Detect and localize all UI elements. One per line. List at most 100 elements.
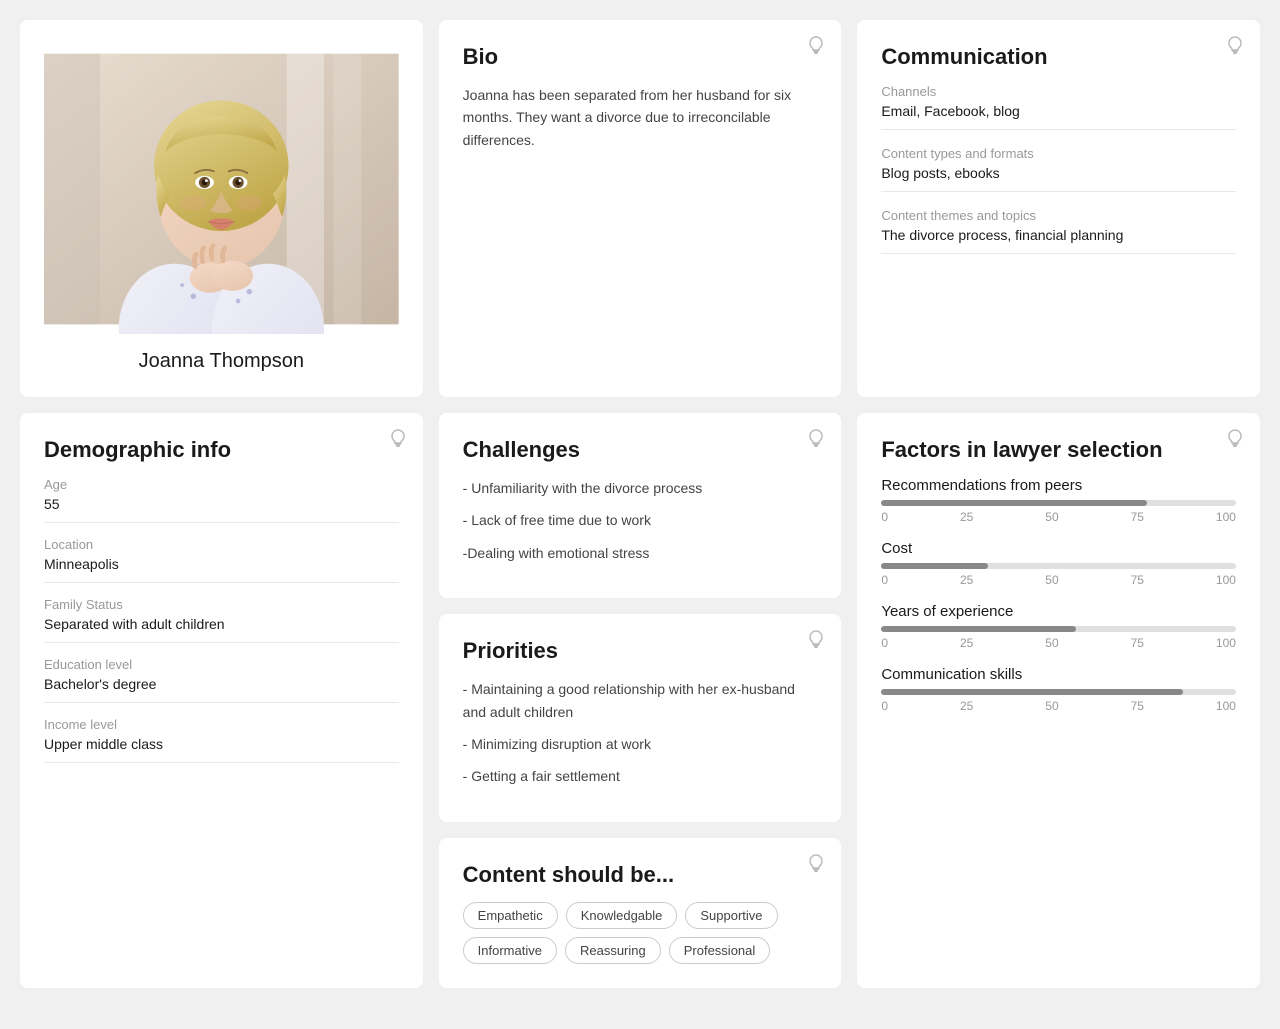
challenges-title: Challenges xyxy=(463,437,818,463)
demo-education-value: Bachelor's degree xyxy=(44,676,399,703)
demo-income-value: Upper middle class xyxy=(44,736,399,763)
profile-name: Joanna Thompson xyxy=(139,350,304,373)
factor-item: Cost 0 25 50 75 100 xyxy=(881,540,1236,587)
content-tag: Supportive xyxy=(685,902,777,929)
bar-track xyxy=(881,563,1236,569)
bar-fill xyxy=(881,689,1182,695)
demo-family-label: Family Status xyxy=(44,597,399,612)
priorities-title: Priorities xyxy=(463,638,818,664)
challenges-list: - Unfamiliarity with the divorce process… xyxy=(463,477,818,564)
bar-scale-label: 0 xyxy=(881,699,888,713)
bar-scale-label: 0 xyxy=(881,573,888,587)
content-tag: Informative xyxy=(463,937,557,964)
bar-scale-label: 0 xyxy=(881,636,888,650)
content-lightbulb-icon xyxy=(807,854,825,881)
comm-types-section: Content types and formats Blog posts, eb… xyxy=(881,146,1236,192)
bar-scale-label: 75 xyxy=(1131,510,1144,524)
bar-scale-label: 100 xyxy=(1216,573,1236,587)
bar-scale-label: 25 xyxy=(960,636,973,650)
comm-lightbulb-icon xyxy=(1226,36,1244,63)
comm-themes-section: Content themes and topics The divorce pr… xyxy=(881,208,1236,254)
content-tag: Knowledgable xyxy=(566,902,678,929)
comm-themes-label: Content themes and topics xyxy=(881,208,1236,223)
bar-scale-label: 50 xyxy=(1045,699,1058,713)
bar-track xyxy=(881,689,1236,695)
content-tags-container: Empathetic Knowledgable Supportive Informat… xyxy=(463,902,818,964)
factors-list: Recommendations from peers0255075100Cost… xyxy=(881,477,1236,713)
bar-scale-label: 50 xyxy=(1045,510,1058,524)
demo-family-section: Family Status Separated with adult child… xyxy=(44,597,399,643)
demo-income-section: Income level Upper middle class xyxy=(44,717,399,763)
demo-income-label: Income level xyxy=(44,717,399,732)
demo-location-section: Location Minneapolis xyxy=(44,537,399,583)
factor-label: Years of experience xyxy=(881,603,1236,620)
bar-fill xyxy=(881,563,987,569)
comm-themes-value: The divorce process, financial planning xyxy=(881,227,1236,254)
content-tag: Professional xyxy=(669,937,771,964)
bar-scale-labels: 0255075100 xyxy=(881,699,1236,713)
bar-scale-label: 50 xyxy=(1045,573,1058,587)
comm-types-value: Blog posts, ebooks xyxy=(881,165,1236,192)
bar-scale-labels: 0255075100 xyxy=(881,510,1236,524)
challenges-lightbulb-icon xyxy=(807,429,825,456)
bar-fill xyxy=(881,626,1076,632)
bar-scale-labels: 0 25 50 75 100 xyxy=(881,573,1236,587)
list-item: -Dealing with emotional stress xyxy=(463,542,818,564)
bar-scale-labels: 0255075100 xyxy=(881,636,1236,650)
factors-title: Factors in lawyer selection xyxy=(881,437,1236,463)
bar-scale-label: 75 xyxy=(1131,636,1144,650)
comm-title: Communication xyxy=(881,44,1236,70)
content-tag: Empathetic xyxy=(463,902,558,929)
content-title: Content should be... xyxy=(463,862,818,888)
bar-scale-label: 25 xyxy=(960,573,973,587)
demo-family-value: Separated with adult children xyxy=(44,616,399,643)
demo-age-section: Age 55 xyxy=(44,477,399,523)
factor-item: Years of experience0255075100 xyxy=(881,603,1236,650)
bar-scale-label: 75 xyxy=(1131,573,1144,587)
list-item: - Lack of free time due to work xyxy=(463,509,818,531)
demo-age-value: 55 xyxy=(44,496,399,523)
bar-scale-label: 75 xyxy=(1131,699,1144,713)
bar-track xyxy=(881,500,1236,506)
bio-lightbulb-icon xyxy=(807,36,825,63)
factor-label: Recommendations from peers xyxy=(881,477,1236,494)
factors-lightbulb-icon xyxy=(1226,429,1244,456)
demo-lightbulb-icon xyxy=(389,429,407,456)
priorities-list: - Maintaining a good relationship with h… xyxy=(463,678,818,788)
list-item: - Getting a fair settlement xyxy=(463,765,818,787)
factor-label: Cost xyxy=(881,540,1236,557)
priorities-card: Priorities - Maintaining a good relation… xyxy=(439,614,842,822)
demographic-card: Demographic info Age 55 Location Minneap… xyxy=(20,413,423,988)
comm-types-label: Content types and formats xyxy=(881,146,1236,161)
factor-item: Recommendations from peers0255075100 xyxy=(881,477,1236,524)
bar-scale-label: 100 xyxy=(1216,510,1236,524)
middle-column: Challenges - Unfamiliarity with the divo… xyxy=(439,413,842,988)
bio-card: Bio Joanna has been separated from her h… xyxy=(439,20,842,397)
comm-channels-label: Channels xyxy=(881,84,1236,99)
bio-text: Joanna has been separated from her husba… xyxy=(463,84,818,151)
bar-scale-label: 100 xyxy=(1216,699,1236,713)
bar-fill xyxy=(881,500,1147,506)
profile-photo-svg xyxy=(44,44,399,334)
list-item: - Minimizing disruption at work xyxy=(463,733,818,755)
demo-title: Demographic info xyxy=(44,437,399,463)
main-grid: Joanna Thompson Bio Joanna has been sepa… xyxy=(20,20,1260,988)
content-should-be-card: Content should be... Empathetic Knowledga… xyxy=(439,838,842,988)
list-item: - Maintaining a good relationship with h… xyxy=(463,678,818,723)
communication-card: Communication Channels Email, Facebook, … xyxy=(857,20,1260,397)
bar-scale-label: 100 xyxy=(1216,636,1236,650)
demo-location-label: Location xyxy=(44,537,399,552)
profile-card: Joanna Thompson xyxy=(20,20,423,397)
demo-age-label: Age xyxy=(44,477,399,492)
factor-label: Communication skills xyxy=(881,666,1236,683)
content-tag: Reassuring xyxy=(565,937,661,964)
comm-channels-section: Channels Email, Facebook, blog xyxy=(881,84,1236,130)
factor-item: Communication skills0255075100 xyxy=(881,666,1236,713)
comm-channels-value: Email, Facebook, blog xyxy=(881,103,1236,130)
demo-location-value: Minneapolis xyxy=(44,556,399,583)
bar-scale-label: 0 xyxy=(881,510,888,524)
bio-title: Bio xyxy=(463,44,818,70)
profile-photo xyxy=(44,44,399,334)
challenges-card: Challenges - Unfamiliarity with the divo… xyxy=(439,413,842,598)
priorities-lightbulb-icon xyxy=(807,630,825,657)
